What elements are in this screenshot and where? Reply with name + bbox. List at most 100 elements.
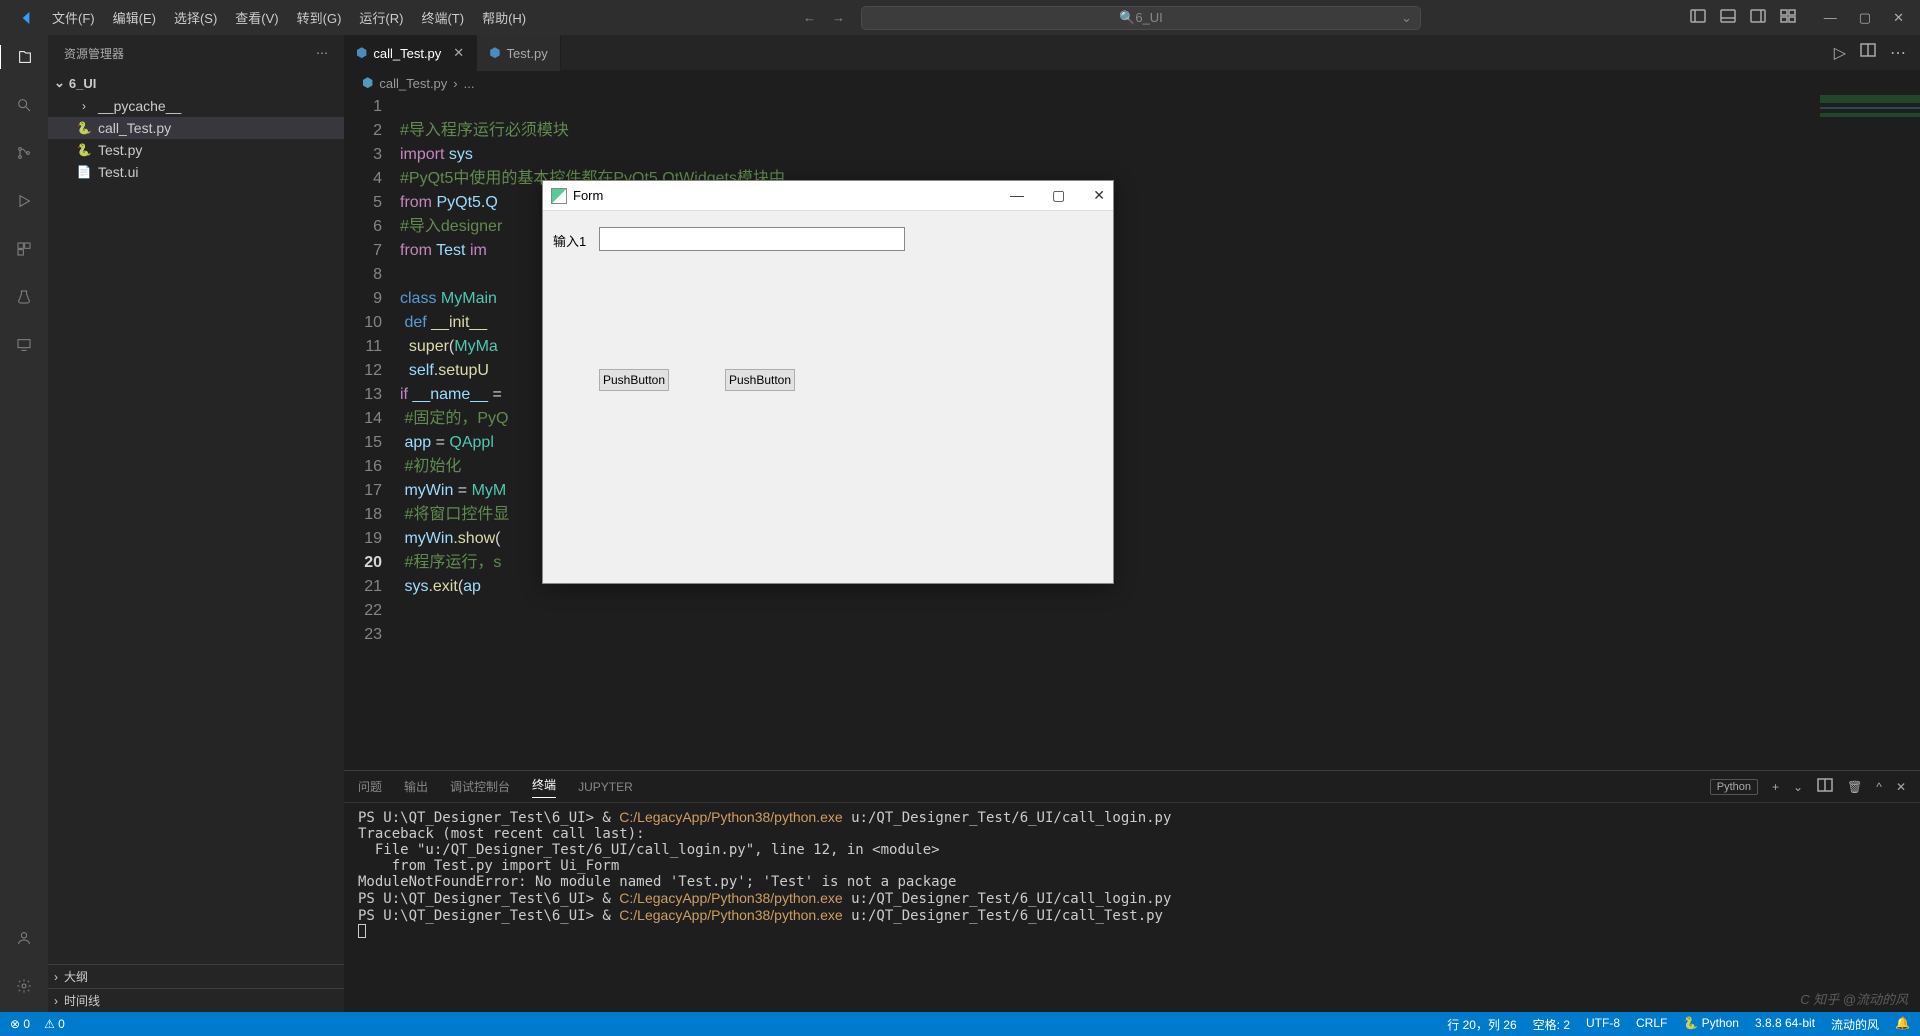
command-center-search[interactable]: 🔍 6_UI ⌄ (861, 6, 1421, 30)
panel-tab[interactable]: JUPYTER (578, 780, 633, 794)
panel-tab[interactable]: 输出 (404, 778, 428, 795)
status-item[interactable]: 流动的风 (1831, 1016, 1879, 1033)
settings-gear-icon[interactable] (12, 974, 36, 998)
outline-label: 大纲 (64, 968, 88, 985)
folder-root[interactable]: ⌄ 6_UI (48, 71, 344, 95)
maximize-panel-icon[interactable]: ^ (1876, 780, 1882, 794)
new-terminal-icon[interactable]: + (1772, 780, 1779, 794)
qt-maximize-icon[interactable]: ▢ (1052, 187, 1065, 204)
testing-icon[interactable] (12, 285, 36, 309)
editor-tab[interactable]: ⬢call_Test.py✕ (344, 35, 477, 71)
panel-tab[interactable]: 终端 (532, 776, 556, 798)
file-icon: 🐍 (76, 121, 92, 135)
tab-actions: ▷ ⋯ (1820, 35, 1920, 70)
file-item[interactable]: 🐍 call_Test.py (48, 117, 344, 139)
layout-customize-icon[interactable] (1780, 8, 1796, 27)
trash-icon[interactable]: 🗑 (1847, 780, 1862, 794)
close-panel-icon[interactable]: ✕ (1896, 780, 1906, 794)
close-icon[interactable]: ✕ (1893, 10, 1904, 26)
bottom-panel: 问题 输出 调试控制台 终端 JUPYTER Python + ⌄ 🗑 ^ ✕ PS U… (344, 770, 1920, 1012)
qt-titlebar[interactable]: Form — ▢ ✕ (543, 181, 1113, 211)
qt-text-input[interactable] (599, 227, 905, 251)
qt-minimize-icon[interactable]: — (1010, 187, 1024, 204)
search-activity-icon[interactable] (12, 93, 36, 117)
extensions-icon[interactable] (12, 237, 36, 261)
status-item[interactable]: CRLF (1636, 1016, 1667, 1033)
status-item[interactable]: 🐍 Python (1683, 1016, 1739, 1033)
editor-tabs: ⬢call_Test.py✕⬢Test.py ▷ ⋯ (344, 35, 1920, 71)
breadcrumb[interactable]: ⬢ call_Test.py › ... (344, 71, 1920, 95)
qt-pushbutton-2[interactable]: PushButton (725, 369, 795, 391)
vscode-logo-icon (18, 10, 34, 26)
nav-back-icon[interactable]: ← (803, 10, 816, 25)
qt-window-title: Form (573, 188, 603, 203)
menu-item[interactable]: 终端(T) (413, 4, 472, 31)
folder-icon: › (76, 99, 92, 113)
layout-left-icon[interactable] (1690, 8, 1706, 27)
run-icon[interactable]: ▷ (1834, 43, 1846, 63)
nav-forward-icon[interactable]: → (832, 10, 845, 25)
status-item[interactable]: UTF-8 (1586, 1016, 1620, 1033)
qt-input-label: 输入1 (553, 231, 586, 250)
timeline-label: 时间线 (64, 992, 100, 1009)
panel-tab[interactable]: 问题 (358, 778, 382, 795)
qt-pushbutton-1[interactable]: PushButton (599, 369, 669, 391)
breadcrumb-file: call_Test.py (379, 76, 447, 91)
file-icon: 🐍 (76, 143, 92, 157)
status-item[interactable]: 3.8.8 64-bit (1755, 1016, 1815, 1033)
timeline-section[interactable]: › 时间线 (48, 988, 344, 1012)
minimap[interactable] (1820, 95, 1920, 275)
layout-bottom-icon[interactable] (1720, 8, 1736, 27)
explorer-icon[interactable] (0, 45, 47, 69)
title-bar: 文件(F)编辑(E)选择(S)查看(V)转到(G)运行(R)终端(T)帮助(H)… (0, 0, 1920, 35)
qt-close-icon[interactable]: ✕ (1093, 187, 1105, 204)
sidebar: 资源管理器 ⋯ ⌄ 6_UI ›__pycache__🐍call_Test.py… (48, 35, 344, 1012)
terminal-profile-label[interactable]: Python (1710, 779, 1758, 795)
file-label: call_Test.py (98, 120, 171, 136)
file-tree: ›__pycache__ 🐍 call_Test.py 🐍 Test.py 📄Test.u… (48, 95, 344, 964)
file-label: Test.py (98, 142, 142, 158)
terminal-dropdown-icon[interactable]: ⌄ (1793, 780, 1803, 794)
chevron-right-icon: › (54, 970, 58, 984)
status-item[interactable]: 🔔 (1895, 1016, 1910, 1033)
split-editor-icon[interactable] (1860, 42, 1876, 63)
breadcrumb-more: ... (464, 76, 475, 91)
terminal-output[interactable]: PS U:\QT_Designer_Test\6_UI> & C:/Legacy… (344, 803, 1920, 1012)
outline-section[interactable]: › 大纲 (48, 964, 344, 988)
status-item[interactable]: ⚠ 0 (44, 1017, 65, 1031)
menu-item[interactable]: 选择(S) (166, 4, 225, 31)
split-terminal-icon[interactable] (1817, 777, 1833, 796)
panel-tab[interactable]: 调试控制台 (450, 778, 510, 795)
accounts-icon[interactable] (12, 926, 36, 950)
status-item[interactable]: 空格: 2 (1533, 1016, 1570, 1033)
file-item[interactable]: ›__pycache__ (48, 95, 344, 117)
menu-item[interactable]: 帮助(H) (474, 4, 534, 31)
editor-tab[interactable]: ⬢Test.py (477, 35, 561, 71)
chevron-down-icon[interactable]: ⌄ (1401, 10, 1412, 26)
qt-form-window: Form — ▢ ✕ 输入1 PushButton PushButton (542, 180, 1114, 584)
close-tab-icon[interactable]: ✕ (453, 45, 464, 61)
layout-right-icon[interactable] (1750, 8, 1766, 27)
run-debug-icon[interactable] (12, 189, 36, 213)
menu-item[interactable]: 转到(G) (289, 4, 350, 31)
minimize-icon[interactable]: — (1824, 10, 1837, 26)
menu-bar: 文件(F)编辑(E)选择(S)查看(V)转到(G)运行(R)终端(T)帮助(H) (44, 4, 534, 31)
maximize-icon[interactable]: ▢ (1859, 10, 1871, 26)
more-icon[interactable]: ⋯ (316, 46, 328, 60)
more-tab-icon[interactable]: ⋯ (1890, 43, 1906, 63)
remote-icon[interactable] (12, 333, 36, 357)
menu-item[interactable]: 运行(R) (351, 4, 411, 31)
status-bar: ⊗ 0 ⚠ 0 行 20，列 26 空格: 2 UTF-8 CRLF 🐍 Python 3.8… (0, 1012, 1920, 1036)
status-item[interactable]: ⊗ 0 (10, 1017, 30, 1031)
file-label: Test.ui (98, 164, 138, 180)
file-item[interactable]: 📄Test.ui (48, 161, 344, 183)
menu-item[interactable]: 文件(F) (44, 4, 103, 31)
qt-form-body: 输入1 PushButton PushButton (543, 211, 1113, 583)
menu-item[interactable]: 查看(V) (227, 4, 286, 31)
file-item[interactable]: 🐍 Test.py (48, 139, 344, 161)
menu-item[interactable]: 编辑(E) (105, 4, 164, 31)
source-control-icon[interactable] (12, 141, 36, 165)
status-item[interactable]: 行 20，列 26 (1447, 1016, 1516, 1033)
nav-arrows: ← → (803, 10, 861, 25)
search-text: 6_UI (1135, 10, 1162, 25)
